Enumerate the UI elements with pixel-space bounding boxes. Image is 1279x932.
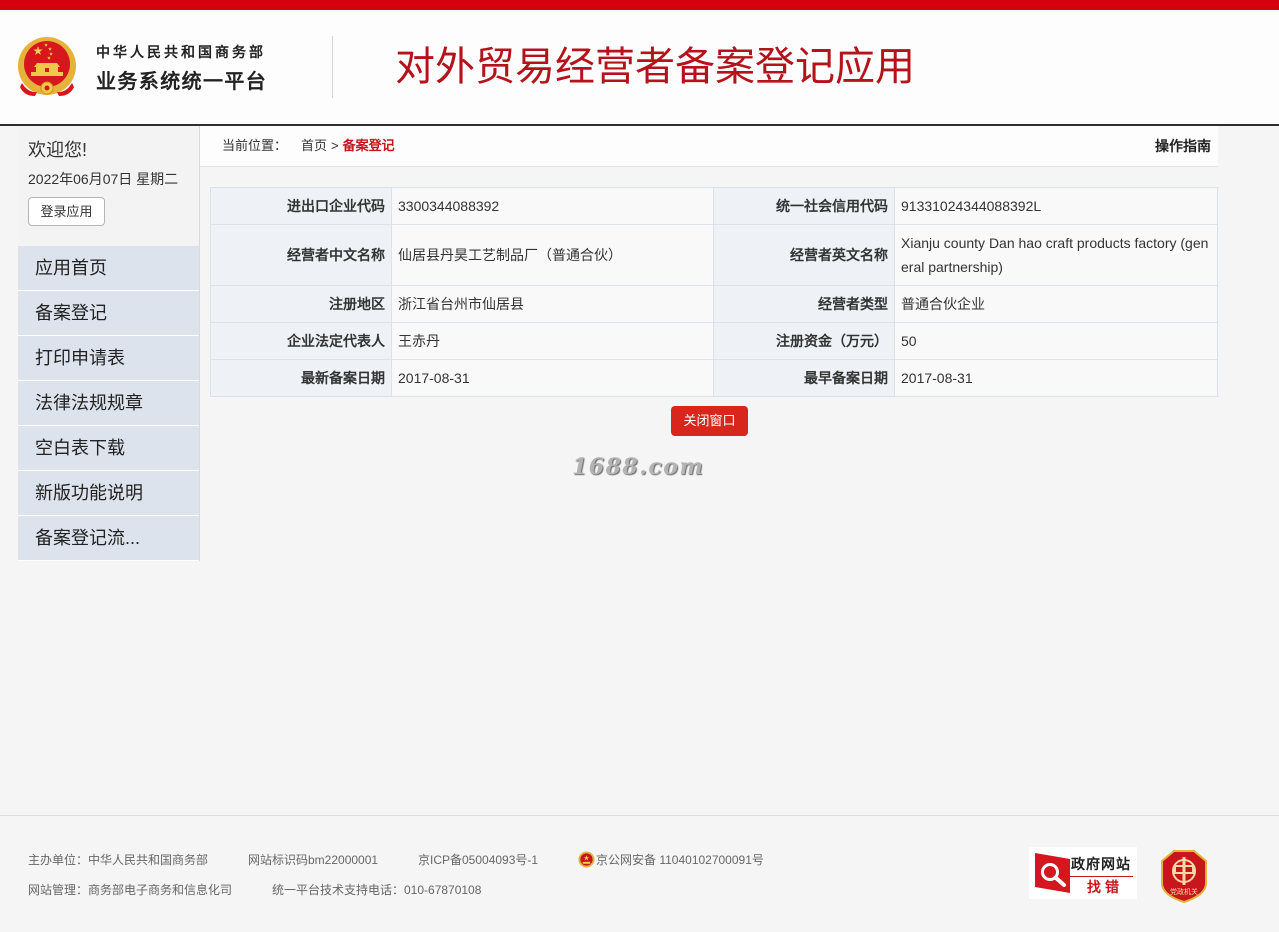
table-row: 经营者中文名称 仙居县丹昊工艺制品厂（普通合伙） 经营者英文名称 Xianju … (210, 224, 1218, 286)
breadcrumb-prefix: 当前位置： (222, 138, 288, 153)
footer-police-record-link[interactable]: 京公网安备 11040102700091号 (596, 852, 764, 868)
footer-manager: 网站管理：商务部电子商务和信息化司 (28, 883, 233, 897)
page: 中华人民共和国商务部 业务系统统一平台 对外贸易经营者备案登记应用 欢迎您! 2… (0, 0, 1279, 932)
field-label: 进出口企业代码 (210, 187, 392, 225)
sidebar-item-filing-process[interactable]: 备案登记流... (18, 516, 199, 561)
field-label: 经营者中文名称 (210, 224, 392, 286)
field-value: 2017-08-31 (894, 359, 1218, 397)
operation-guide-link[interactable]: 操作指南 (1155, 126, 1211, 166)
field-label: 经营者英文名称 (713, 224, 895, 286)
breadcrumb: 当前位置： 首页 > 备案登记 操作指南 (200, 126, 1218, 167)
ministry-name: 中华人民共和国商务部 (96, 44, 266, 60)
party-badge-text: 党政机关 (1170, 887, 1198, 896)
field-value: 3300344088392 (391, 187, 714, 225)
site-header: 中华人民共和国商务部 业务系统统一平台 对外贸易经营者备案登记应用 (0, 10, 1279, 126)
site-footer: 主办单位：中华人民共和国商务部 网站标识码bm22000001 京ICP备050… (0, 815, 1279, 932)
sidebar-item-filing-registration[interactable]: 备案登记 (18, 291, 199, 336)
watermark-text: 1688.com (572, 454, 705, 480)
sidebar-item-new-features[interactable]: 新版功能说明 (18, 471, 199, 516)
magnifier-icon (1033, 851, 1072, 895)
welcome-panel: 欢迎您! 2022年06月07日 星期二 登录应用 (18, 126, 199, 246)
sidebar: 欢迎您! 2022年06月07日 星期二 登录应用 应用首页 备案登记 打印申请… (18, 126, 200, 561)
field-value: 仙居县丹昊工艺制品厂（普通合伙） (391, 224, 714, 286)
header-divider (332, 36, 333, 98)
breadcrumb-home-link[interactable]: 首页 (301, 138, 327, 153)
filing-record-table: 进出口企业代码 3300344088392 统一社会信用代码 913310243… (210, 187, 1218, 397)
field-value: 91331024344088392L (894, 187, 1218, 225)
footer-icp-link[interactable]: 京ICP备05004093号-1 (418, 852, 538, 868)
table-row: 企业法定代表人 王赤丹 注册资金（万元） 50 (210, 322, 1218, 360)
national-emblem-icon (17, 36, 77, 98)
gov-badge-subtitle: 找错 (1087, 879, 1123, 895)
breadcrumb-path: 当前位置： 首页 > 备案登记 (222, 126, 395, 166)
gov-badge-title: 政府网站 (1071, 856, 1131, 872)
breadcrumb-current: 备案登记 (342, 138, 395, 153)
table-row: 最新备案日期 2017-08-31 最早备案日期 2017-08-31 (210, 359, 1218, 397)
sidebar-item-laws-regulations[interactable]: 法律法规规章 (18, 381, 199, 426)
field-label: 统一社会信用代码 (713, 187, 895, 225)
field-value: Xianju county Dan hao craft products fac… (894, 224, 1218, 286)
login-button[interactable]: 登录应用 (28, 197, 105, 226)
close-window-button[interactable]: 关闭窗口 (671, 406, 748, 436)
field-value: 浙江省台州市仙居县 (391, 285, 714, 323)
party-government-badge-icon[interactable]: 党政机关 (1160, 849, 1208, 904)
gov-badge-divider (1069, 876, 1133, 877)
field-value: 普通合伙企业 (894, 285, 1218, 323)
field-value: 50 (894, 322, 1218, 360)
police-badge-icon (578, 851, 595, 868)
breadcrumb-separator: > (331, 138, 339, 153)
sidebar-item-blank-form-download[interactable]: 空白表下载 (18, 426, 199, 471)
platform-name: 业务系统统一平台 (96, 71, 268, 93)
main-content: 当前位置： 首页 > 备案登记 操作指南 进出口企业代码 3300344088392 … (200, 126, 1218, 815)
field-label: 注册地区 (210, 285, 392, 323)
app-title: 对外贸易经营者备案登记应用 (395, 45, 915, 89)
footer-sponsor: 主办单位：中华人民共和国商务部 (28, 853, 209, 867)
field-label: 最早备案日期 (713, 359, 895, 397)
footer-support-phone: 统一平台技术支持电话：010-67870108 (272, 883, 482, 897)
footer-site-id: 网站标识码bm22000001 (248, 853, 379, 867)
table-row: 进出口企业代码 3300344088392 统一社会信用代码 913310243… (210, 187, 1218, 225)
field-label: 注册资金（万元） (713, 322, 895, 360)
welcome-text: 欢迎您! (28, 140, 88, 160)
current-date: 2022年06月07日 星期二 (28, 171, 179, 187)
field-label: 经营者类型 (713, 285, 895, 323)
sidebar-item-app-home[interactable]: 应用首页 (18, 246, 199, 291)
table-row: 注册地区 浙江省台州市仙居县 经营者类型 普通合伙企业 (210, 285, 1218, 323)
gov-site-error-report-badge[interactable]: 政府网站 找错 (1029, 847, 1137, 899)
field-label: 企业法定代表人 (210, 322, 392, 360)
top-accent-bar (0, 0, 1279, 10)
sidebar-item-print-application[interactable]: 打印申请表 (18, 336, 199, 381)
field-value: 2017-08-31 (391, 359, 714, 397)
sidebar-menu: 应用首页 备案登记 打印申请表 法律法规规章 空白表下载 新版功能说明 备案登记… (18, 246, 199, 561)
field-label: 最新备案日期 (210, 359, 392, 397)
field-value: 王赤丹 (391, 322, 714, 360)
